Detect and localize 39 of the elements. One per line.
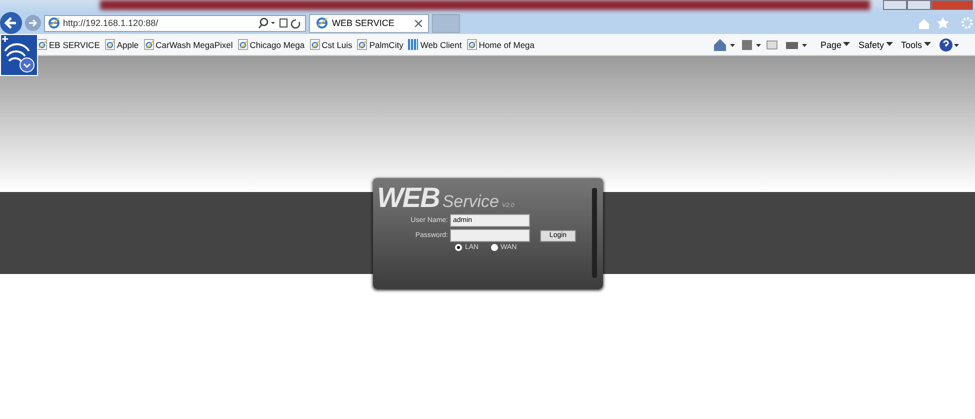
help-icon[interactable] [939, 38, 961, 52]
url-text: http://192.168.1.120:88/ [63, 18, 160, 28]
page-icon [37, 39, 47, 50]
caret-icon [843, 42, 850, 47]
caret-icon [886, 42, 893, 47]
back-button[interactable] [0, 12, 22, 34]
close-icon[interactable] [415, 20, 422, 26]
favorite-link[interactable]: Apple [104, 39, 139, 50]
browser-icon [48, 17, 60, 29]
page-icon [238, 39, 248, 50]
page-icon [104, 39, 115, 50]
favorite-link[interactable]: Cst Luis [310, 39, 352, 50]
page-icon [357, 39, 368, 50]
favorite-link[interactable]: EB SERVICE [37, 39, 100, 50]
back-arrow-icon [4, 16, 18, 30]
favorite-link[interactable]: PalmCity [357, 39, 404, 50]
favorite-link[interactable]: Chicago Mega [238, 39, 305, 50]
input-field[interactable] [450, 229, 530, 242]
logo-title: WEB [377, 182, 440, 214]
command-menu[interactable]: Tools [900, 40, 931, 50]
logo-subtitle: Service [442, 192, 500, 212]
command-menu[interactable]: Page [820, 40, 850, 50]
browser-tab[interactable]: WEB SERVICE [309, 14, 429, 32]
forward-arrow-icon [28, 18, 38, 28]
favorite-link[interactable]: Home of Mega [466, 39, 534, 50]
grid-icon [408, 39, 418, 50]
page-icon [144, 39, 154, 50]
scrollbar[interactable] [592, 188, 597, 278]
tab-title: WEB SERVICE [332, 18, 394, 28]
caret-icon [924, 42, 931, 47]
window-controls[interactable] [883, 0, 973, 10]
command-menu[interactable]: Safety [858, 40, 893, 50]
page-icon [310, 39, 320, 50]
favorite-link[interactable]: Web Client [408, 39, 462, 50]
search-icon[interactable] [258, 17, 302, 29]
page-icon [466, 39, 477, 50]
address-bar[interactable]: http://192.168.1.120:88/ [44, 14, 306, 32]
browser-icon [316, 17, 328, 29]
favorite-link[interactable]: CarWash MegaPixel [144, 39, 233, 50]
